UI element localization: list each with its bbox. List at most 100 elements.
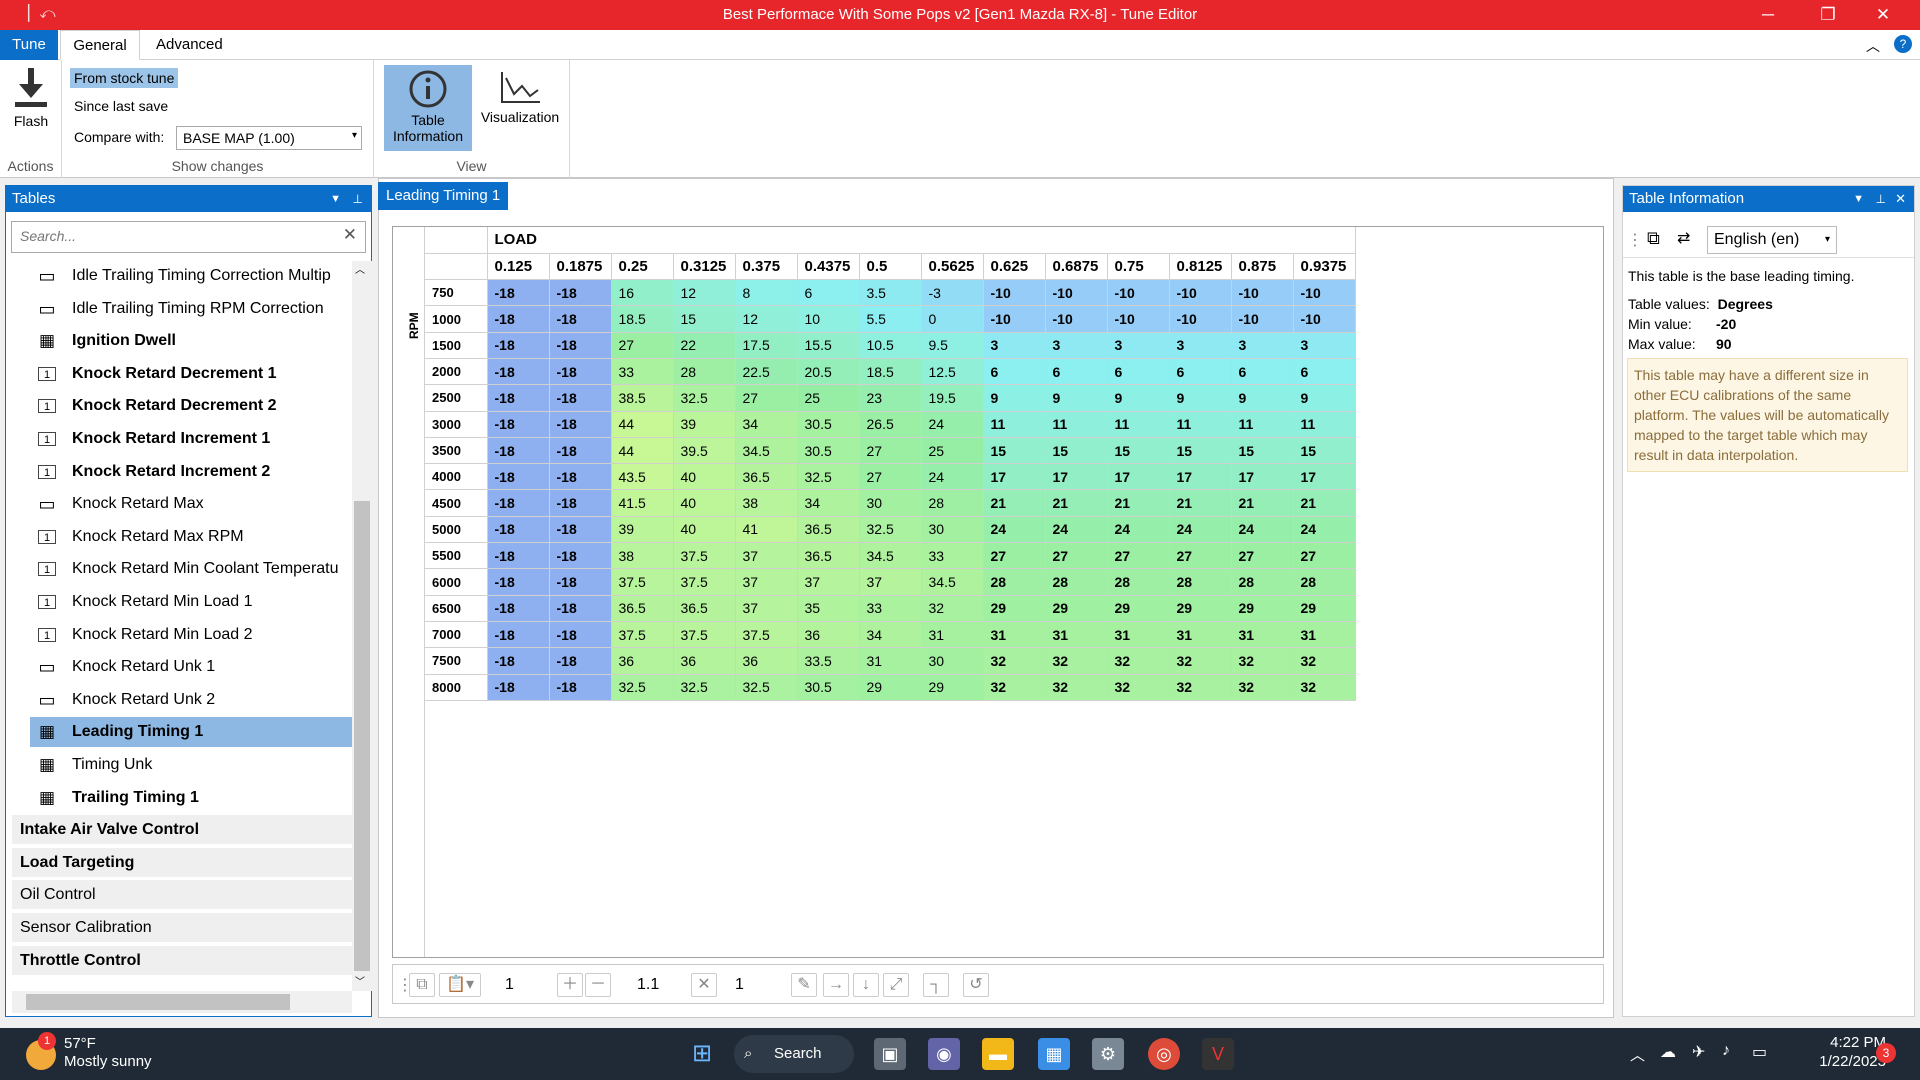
table-cell[interactable]: 10.5: [859, 332, 922, 359]
table-cell[interactable]: 27: [859, 437, 922, 465]
pin-icon[interactable]: ⊥: [1876, 186, 1886, 212]
table-cell[interactable]: 17: [1169, 463, 1232, 491]
table-cell[interactable]: 28: [1231, 568, 1294, 596]
table-cell[interactable]: -10: [1231, 279, 1294, 307]
table-item[interactable]: 1 Knock Retard Decrement 2: [12, 391, 352, 421]
table-cell[interactable]: 24: [1107, 516, 1170, 544]
table-cell[interactable]: 37: [859, 568, 922, 596]
table-cell[interactable]: 36.5: [797, 516, 860, 544]
table-cell[interactable]: 33.5: [797, 647, 860, 675]
tray-overflow-icon[interactable]: ︿: [1630, 1044, 1645, 1065]
panel-menu-icon[interactable]: ▼: [1853, 186, 1864, 212]
table-cell[interactable]: 34: [797, 489, 860, 517]
scroll-thumb[interactable]: [354, 501, 370, 971]
table-cell[interactable]: -3: [921, 279, 984, 307]
table-cell[interactable]: 15: [1045, 437, 1108, 465]
table-cell[interactable]: 32: [983, 674, 1046, 701]
vertical-scrollbar[interactable]: ︿ ﹀: [352, 261, 372, 991]
table-cell[interactable]: 38: [611, 542, 674, 570]
smooth-icon[interactable]: ┐: [923, 973, 949, 997]
paste-icon[interactable]: 📋▾: [439, 973, 481, 997]
table-cell[interactable]: 24: [1169, 516, 1232, 544]
pin-icon[interactable]: ⊥: [353, 186, 363, 212]
table-cell[interactable]: 32: [1231, 674, 1294, 701]
add-icon[interactable]: ＋: [557, 973, 583, 997]
table-cell[interactable]: 27: [611, 332, 674, 359]
table-cell[interactable]: 44: [611, 411, 674, 438]
table-cell[interactable]: -10: [1107, 305, 1170, 333]
table-cell[interactable]: 39: [673, 411, 736, 438]
column-header[interactable]: 0.25: [611, 253, 674, 281]
table-cell[interactable]: 20.5: [797, 358, 860, 386]
table-cell[interactable]: 17: [1231, 463, 1294, 491]
rpm-row-header[interactable]: 3500: [425, 437, 488, 465]
table-cell[interactable]: -18: [487, 279, 550, 307]
table-cell[interactable]: 36.5: [673, 595, 736, 622]
table-cell[interactable]: 39.5: [673, 437, 736, 465]
table-item[interactable]: 1 Knock Retard Decrement 1: [12, 359, 352, 389]
table-cell[interactable]: 37.5: [611, 621, 674, 649]
column-header[interactable]: 0.5625: [921, 253, 984, 281]
column-header[interactable]: 0.6875: [1045, 253, 1108, 281]
table-cell[interactable]: 24: [1293, 516, 1356, 544]
table-cell[interactable]: 6: [983, 358, 1046, 386]
table-item[interactable]: ▭ Knock Retard Unk 2: [12, 685, 352, 715]
volume-icon[interactable]: ♪: [1722, 1042, 1730, 1060]
table-cell[interactable]: -18: [487, 463, 550, 491]
table-item[interactable]: ▭ Idle Trailing Timing Correction Multip: [12, 261, 352, 291]
table-cell[interactable]: 3: [1045, 332, 1108, 359]
table-cell[interactable]: 9: [1107, 384, 1170, 412]
table-cell[interactable]: 29: [983, 595, 1046, 622]
table-cell[interactable]: 32: [1169, 674, 1232, 701]
table-cell[interactable]: 30.5: [797, 674, 860, 701]
table-cell[interactable]: 31: [1293, 621, 1356, 649]
table-cell[interactable]: 6: [1045, 358, 1108, 386]
table-cell[interactable]: 24: [921, 411, 984, 438]
rpm-row-header[interactable]: 6000: [425, 568, 488, 596]
table-cell[interactable]: 27: [1107, 542, 1170, 570]
table-cell[interactable]: 29: [859, 674, 922, 701]
table-cell[interactable]: 36: [611, 647, 674, 675]
table-cell[interactable]: 25: [921, 437, 984, 465]
table-item[interactable]: ▭ Knock Retard Max: [12, 489, 352, 519]
flash-button[interactable]: Flash: [6, 66, 56, 129]
table-cell[interactable]: 21: [1169, 489, 1232, 517]
file-explorer-icon[interactable]: ▬: [982, 1038, 1014, 1070]
column-header[interactable]: 0.75: [1107, 253, 1170, 281]
table-cell[interactable]: 32: [1231, 647, 1294, 675]
table-cell[interactable]: 32: [1293, 647, 1356, 675]
minimize-button[interactable]: ─: [1740, 0, 1796, 30]
taskbar-search[interactable]: ⌕ Search: [734, 1035, 854, 1073]
table-cell[interactable]: 32.5: [673, 384, 736, 412]
table-cell[interactable]: -18: [487, 384, 550, 412]
table-cell[interactable]: 37.5: [673, 568, 736, 596]
table-cell[interactable]: -18: [487, 568, 550, 596]
rpm-row-header[interactable]: 5500: [425, 542, 488, 570]
subtract-icon[interactable]: －: [585, 973, 611, 997]
close-button[interactable]: ✕: [1855, 0, 1911, 30]
table-item[interactable]: ▭ Knock Retard Unk 1: [12, 652, 352, 682]
clear-search-icon[interactable]: ✕: [343, 225, 357, 245]
tab-tune[interactable]: Tune: [0, 30, 58, 60]
table-cell[interactable]: 12: [735, 305, 798, 333]
teams-chat-icon[interactable]: ◉: [928, 1038, 960, 1070]
copy-icon[interactable]: ⧉: [409, 973, 435, 997]
undo-icon[interactable]: ↺: [963, 973, 989, 997]
table-cell[interactable]: 22.5: [735, 358, 798, 386]
rpm-row-header[interactable]: 3000: [425, 411, 488, 438]
table-cell[interactable]: 28: [921, 489, 984, 517]
table-cell[interactable]: 30: [921, 647, 984, 675]
table-cell[interactable]: 21: [1231, 489, 1294, 517]
table-cell[interactable]: 17: [983, 463, 1046, 491]
table-cell[interactable]: 15: [1169, 437, 1232, 465]
table-cell[interactable]: 29: [921, 674, 984, 701]
table-item[interactable]: ▦ Timing Unk: [12, 750, 352, 780]
table-cell[interactable]: 33: [921, 542, 984, 570]
panel-menu-icon[interactable]: ▼: [330, 186, 341, 212]
column-header[interactable]: 0.9375: [1293, 253, 1356, 281]
table-item[interactable]: 1 Knock Retard Increment 2: [12, 457, 352, 487]
table-cell[interactable]: 36.5: [611, 595, 674, 622]
table-cell[interactable]: 36: [673, 647, 736, 675]
interpolate-icon[interactable]: ⤢: [883, 973, 909, 997]
table-cell[interactable]: 0: [921, 305, 984, 333]
